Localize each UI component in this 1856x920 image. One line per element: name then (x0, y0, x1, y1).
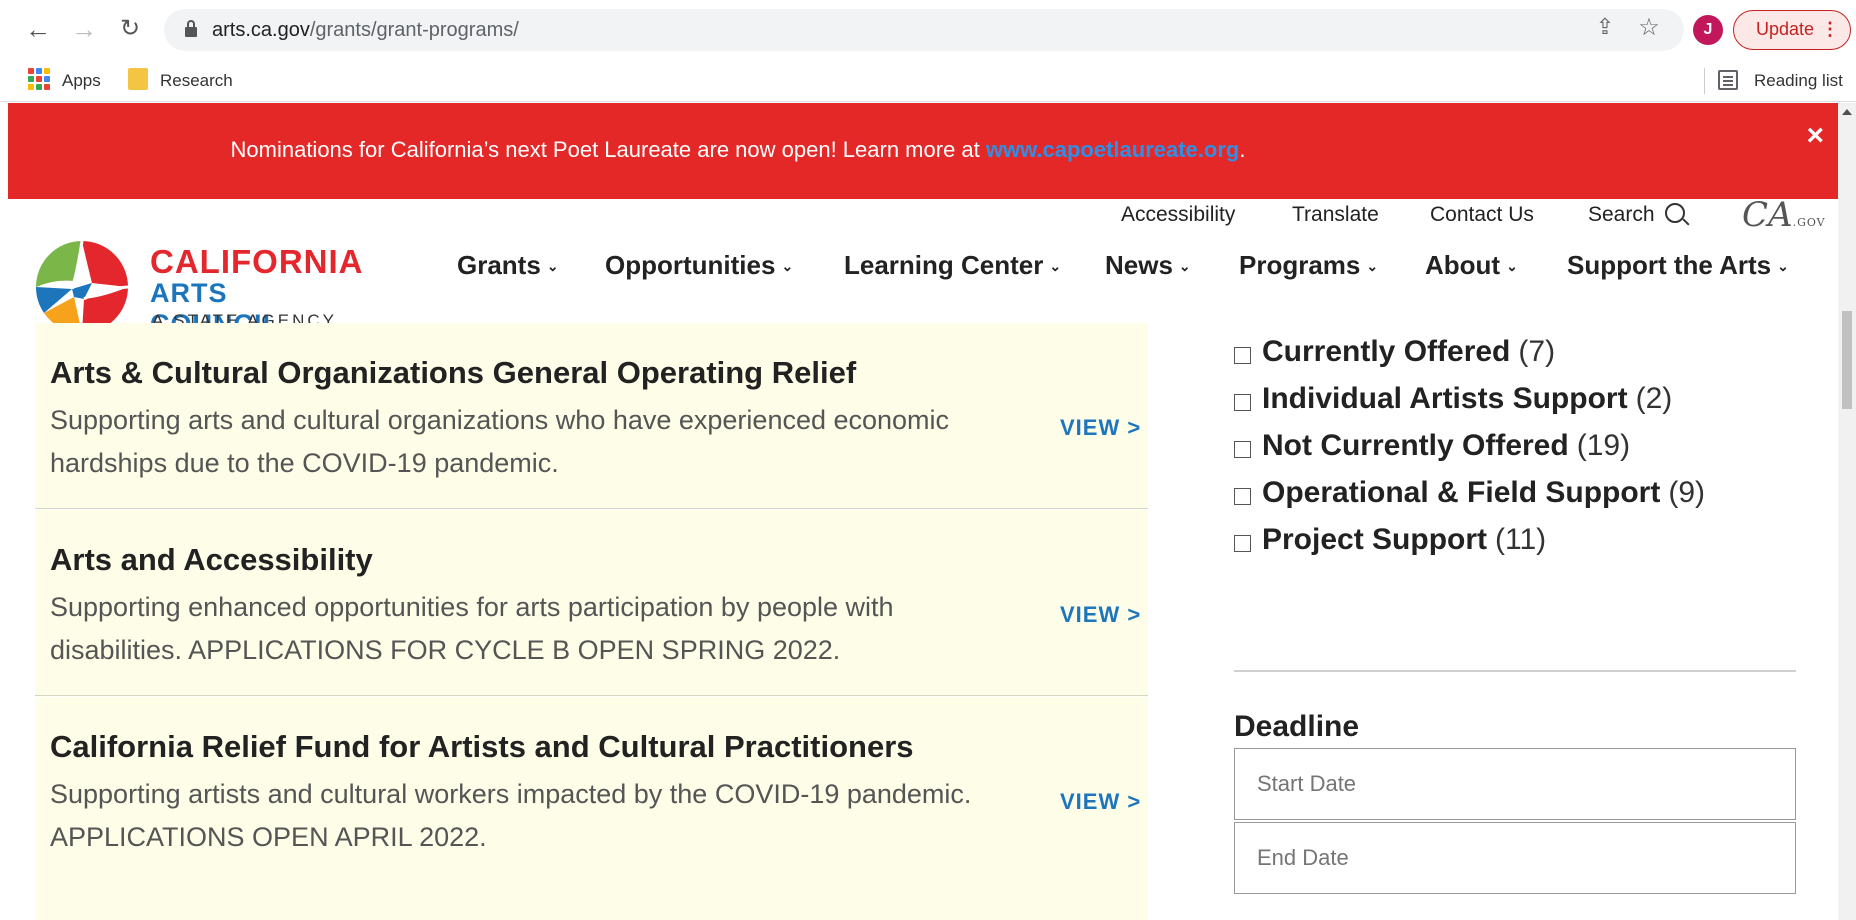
nav-learning-center[interactable]: Learning Center ⌄ (844, 250, 1061, 281)
filter-checkbox[interactable] (1234, 535, 1251, 552)
chevron-down-icon: ⌄ (1777, 258, 1789, 274)
update-button[interactable]: Update ⋮ (1733, 10, 1851, 50)
bookmark-apps[interactable]: Apps (62, 66, 101, 96)
ca-gov-logo[interactable]: CA.GOV (1742, 195, 1826, 235)
bookmark-research[interactable]: Research (160, 66, 233, 96)
grant-title[interactable]: Arts & Cultural Organizations General Op… (50, 355, 856, 391)
filter-option[interactable]: Not Currently Offered (19) (1234, 429, 1794, 476)
bookmark-separator (1704, 68, 1705, 94)
url-text[interactable]: arts.ca.gov/grants/grant-programs/ (212, 19, 519, 42)
chevron-down-icon: ⌄ (1506, 258, 1518, 274)
star-icon[interactable]: ☆ (1634, 13, 1664, 42)
filter-checkbox[interactable] (1234, 441, 1251, 458)
view-button[interactable]: VIEW > (1060, 415, 1141, 441)
grant-title[interactable]: California Relief Fund for Artists and C… (50, 729, 914, 765)
nav-programs[interactable]: Programs ⌄ (1239, 250, 1378, 281)
menu-dots-icon[interactable]: ⋮ (1821, 11, 1839, 48)
filter-option[interactable]: Individual Artists Support (2) (1234, 382, 1794, 429)
cac-logo-icon (35, 240, 129, 334)
chevron-down-icon: ⌄ (546, 258, 559, 274)
filter-divider (1234, 670, 1796, 672)
grant-description: Supporting enhanced opportunities for ar… (50, 592, 894, 665)
filter-option[interactable]: Project Support (11) (1234, 523, 1794, 570)
util-nav-translate[interactable]: Translate (1292, 203, 1379, 227)
page-content: Nominations for California’s next Poet L… (0, 103, 1856, 920)
filter-checkbox[interactable] (1234, 394, 1251, 411)
nav-about[interactable]: About ⌄ (1425, 250, 1518, 281)
alert-message: Nominations for California’s next Poet L… (230, 137, 1246, 162)
scroll-up-arrow-icon[interactable] (1842, 109, 1852, 115)
browser-toolbar: ← → ↻ arts.ca.gov/grants/grant-programs/… (0, 0, 1856, 60)
view-button[interactable]: VIEW > (1060, 602, 1141, 628)
alert-banner: Nominations for California’s next Poet L… (8, 103, 1840, 199)
util-nav-contact-us[interactable]: Contact Us (1430, 203, 1534, 227)
bookmarks-bar: Apps Research Reading list (0, 60, 1856, 102)
close-icon[interactable]: × (1806, 119, 1824, 153)
start-date-input[interactable] (1234, 748, 1796, 820)
grant-card: California Relief Fund for Artists and C… (35, 697, 1148, 920)
profile-avatar[interactable]: J (1693, 15, 1723, 45)
chevron-down-icon: ⌄ (781, 258, 794, 274)
scrollbar[interactable] (1838, 103, 1856, 920)
grant-title[interactable]: Arts and Accessibility (50, 542, 373, 578)
search-icon[interactable] (1664, 203, 1685, 223)
filter-checkbox[interactable] (1234, 488, 1251, 505)
deadline-heading: Deadline (1234, 710, 1360, 743)
scrollbar-thumb[interactable] (1842, 311, 1852, 409)
nav-opportunities[interactable]: Opportunities ⌄ (605, 250, 793, 281)
back-icon[interactable]: ← (22, 12, 54, 46)
grant-description: Supporting artists and cultural workers … (50, 779, 972, 852)
filter-option[interactable]: Operational & Field Support (9) (1234, 476, 1794, 523)
reading-list-button[interactable]: Reading list (1754, 66, 1843, 96)
grant-description: Supporting arts and cultural organizatio… (50, 405, 950, 478)
filter-option[interactable]: Currently Offered (7) (1234, 335, 1794, 382)
nav-support-the-arts[interactable]: Support the Arts ⌄ (1567, 250, 1789, 281)
apps-grid-icon[interactable] (28, 68, 50, 90)
lock-icon (184, 20, 198, 38)
view-button[interactable]: VIEW > (1060, 789, 1141, 815)
poet-laureate-link[interactable]: www.capoetlaureate.org (986, 137, 1239, 162)
grant-card: Arts & Cultural Organizations General Op… (35, 323, 1148, 509)
folder-icon (128, 68, 148, 90)
category-filters: Currently Offered (7) Individual Artists … (1234, 335, 1794, 570)
grant-card: Arts and Accessibility Supporting enhanc… (35, 510, 1148, 696)
nav-news[interactable]: News ⌄ (1105, 250, 1191, 281)
chevron-down-icon: ⌄ (1366, 258, 1379, 274)
forward-icon[interactable]: → (68, 12, 100, 46)
share-icon[interactable]: ⇪ (1590, 14, 1620, 40)
nav-grants[interactable]: Grants ⌄ (457, 250, 559, 281)
reading-list-icon[interactable] (1718, 70, 1738, 90)
util-nav-search[interactable]: Search (1588, 203, 1685, 227)
address-bar[interactable]: arts.ca.gov/grants/grant-programs/ ⇪ ☆ (164, 9, 1684, 51)
reload-icon[interactable]: ↻ (114, 12, 146, 46)
filter-checkbox[interactable] (1234, 347, 1251, 364)
logo-text-california: CALIFORNIA (150, 243, 364, 280)
chevron-down-icon: ⌄ (1049, 258, 1062, 274)
util-nav-accessibility[interactable]: Accessibility (1121, 203, 1235, 227)
chevron-down-icon: ⌄ (1178, 258, 1191, 274)
end-date-input[interactable] (1234, 822, 1796, 894)
